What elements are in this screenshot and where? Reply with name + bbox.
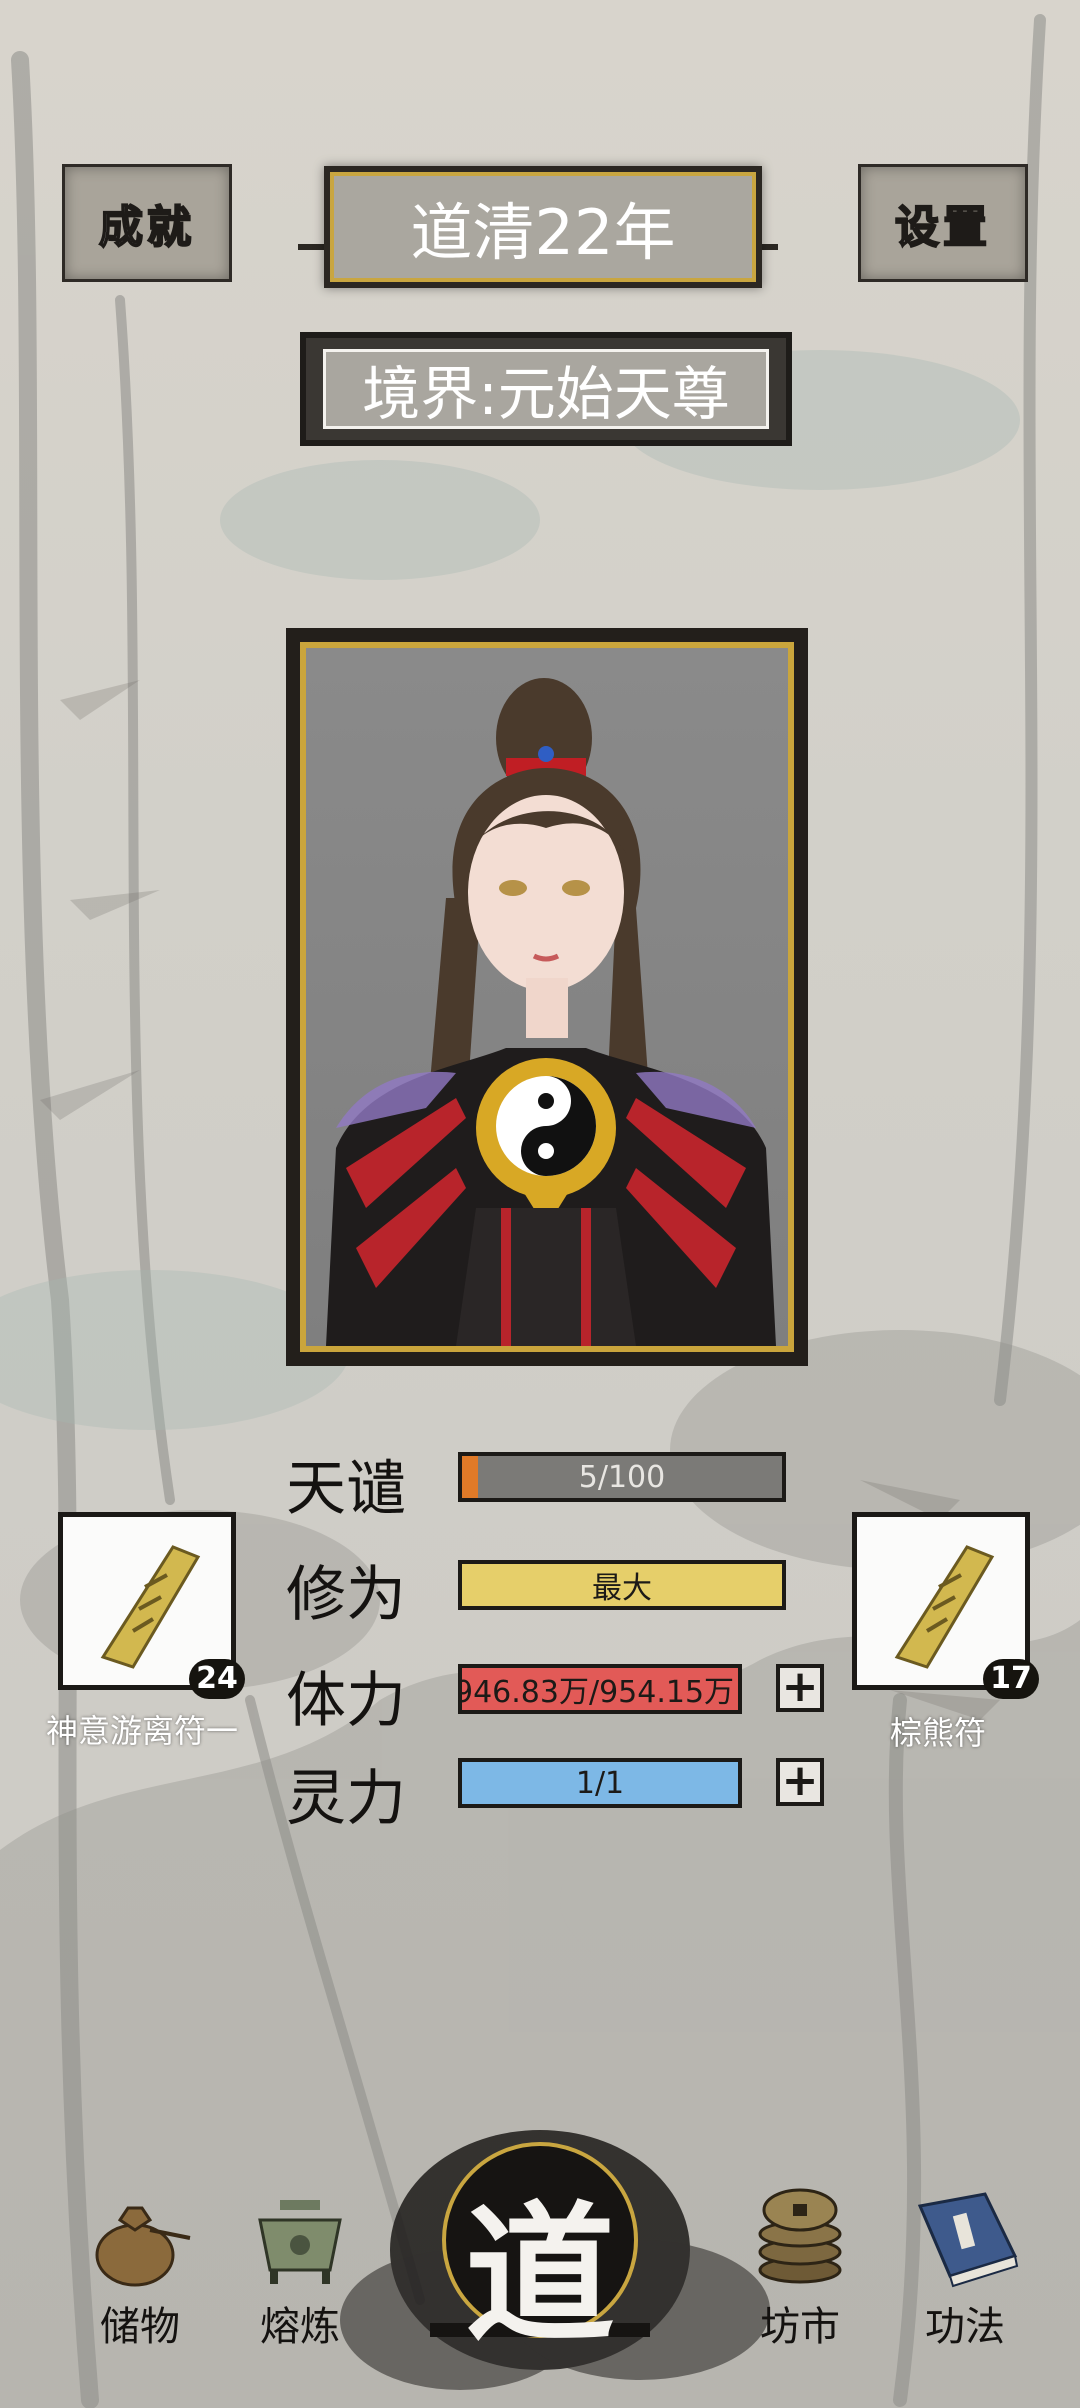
- talisman-count-left: 24: [189, 1659, 245, 1699]
- talisman-slot-left[interactable]: 24: [58, 1512, 245, 1699]
- talisman-name-right: 棕熊符: [890, 1714, 987, 1752]
- lingli-add-button[interactable]: +: [776, 1758, 824, 1806]
- book-icon: [917, 2192, 1019, 2288]
- talisman-slot-right[interactable]: 17: [852, 1512, 1039, 1699]
- talisman-name-left: 神意游离符一: [46, 1712, 239, 1750]
- tili-add-button[interactable]: +: [776, 1664, 824, 1712]
- realm-text: 境界:元始天尊: [362, 360, 730, 428]
- character-portrait: [326, 678, 776, 1346]
- xiuwei-bar: 最大: [458, 1560, 786, 1610]
- realm-plaque: 境界:元始天尊: [300, 332, 792, 446]
- settings-label: 设置: [894, 201, 991, 254]
- pouch-icon: [95, 2206, 191, 2287]
- nav-market-label: 坊市: [760, 2304, 840, 2350]
- tianqian-bar-fill: [462, 1456, 478, 1498]
- character-portrait-frame[interactable]: [286, 628, 808, 1366]
- lingli-value: 1/1: [575, 1765, 625, 1801]
- lingli-bar: 1/1: [458, 1758, 742, 1808]
- stat-label-tili: 体力: [286, 1666, 406, 1736]
- tili-value: 946.83万/954.15万: [458, 1675, 735, 1710]
- coins-icon: [758, 2188, 842, 2284]
- nav-dao-label: 道: [464, 2187, 615, 2363]
- stat-label-lingli: 灵力: [286, 1764, 406, 1834]
- nav-skills[interactable]: 功法: [900, 2186, 1030, 2352]
- tianqian-bar: 5/100: [458, 1452, 786, 1502]
- nav-dao[interactable]: 道: [430, 2130, 650, 2363]
- settings-button[interactable]: 设置: [858, 164, 1028, 282]
- achievement-button[interactable]: 成就: [62, 164, 232, 282]
- tili-bar: 946.83万/954.15万: [458, 1664, 742, 1714]
- year-title: 道清22年: [410, 196, 676, 269]
- stat-label-tianqian: 天谴: [286, 1454, 406, 1524]
- cauldron-icon: [258, 2200, 342, 2284]
- talisman-count-right: 17: [983, 1659, 1039, 1699]
- nav-storage-label: 储物: [100, 2304, 180, 2350]
- achievement-label: 成就: [98, 201, 195, 254]
- tianqian-value: 5/100: [578, 1459, 666, 1495]
- stat-label-xiuwei: 修为: [286, 1560, 406, 1630]
- nav-smelt[interactable]: 熔炼: [240, 2190, 360, 2352]
- nav-skills-label: 功法: [925, 2304, 1005, 2350]
- nav-storage[interactable]: 储物: [80, 2180, 200, 2352]
- nav-market[interactable]: 坊市: [740, 2180, 860, 2352]
- nav-smelt-label: 熔炼: [260, 2304, 340, 2350]
- year-plaque: 道清22年: [324, 166, 762, 288]
- xiuwei-value: 最大: [592, 1571, 652, 1606]
